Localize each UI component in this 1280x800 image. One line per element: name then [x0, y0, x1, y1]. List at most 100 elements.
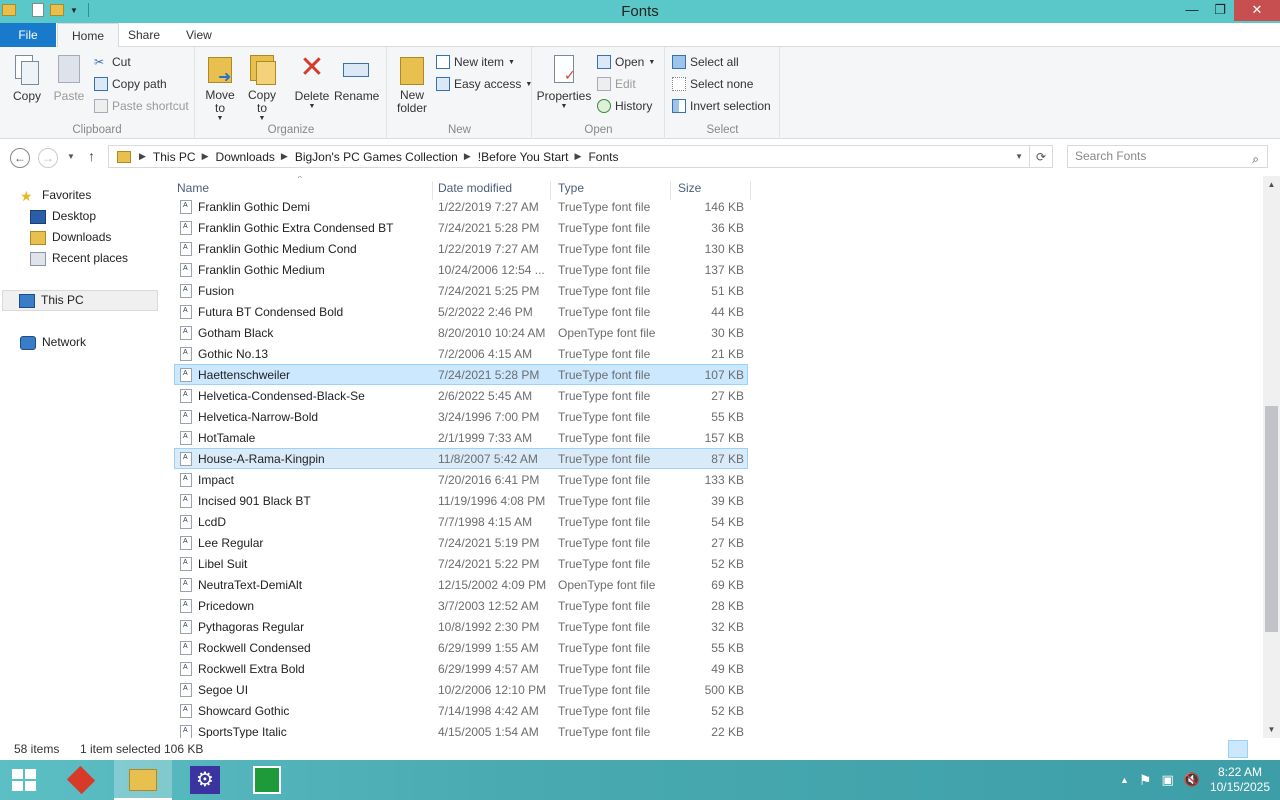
file-row[interactable]: House-A-Rama-Kingpin 11/8/2007 5:42 AM Tru…: [174, 448, 748, 469]
nav-favorites[interactable]: ★ Favorites: [20, 185, 91, 206]
file-row[interactable]: Franklin Gothic Extra Condensed BT 7/24/2…: [174, 217, 748, 238]
properties-button[interactable]: ✓ Properties ▼: [535, 51, 593, 110]
paste-button[interactable]: Paste: [50, 51, 88, 103]
refresh-button[interactable]: ⟳: [1030, 145, 1053, 168]
delete-button[interactable]: ✕ Delete ▼: [292, 51, 332, 110]
taskbar-store[interactable]: [238, 760, 296, 800]
file-type: TrueType font file: [558, 725, 651, 738]
easy-access-button[interactable]: Easy access ▼: [436, 77, 532, 91]
search-icon: ⌕: [1252, 152, 1259, 166]
tab-share[interactable]: Share: [114, 23, 174, 47]
maximize-button[interactable]: ❐: [1206, 0, 1234, 21]
close-button[interactable]: ✕: [1234, 0, 1280, 21]
font-file-icon: [180, 704, 192, 718]
file-row[interactable]: Lee Regular 7/24/2021 5:19 PM TrueType fon…: [174, 532, 748, 553]
select-none-button[interactable]: Select none: [672, 77, 753, 91]
nav-downloads[interactable]: Downloads: [30, 227, 111, 248]
scroll-down-icon[interactable]: ▼: [1263, 721, 1280, 738]
edit-button[interactable]: Edit: [597, 77, 636, 91]
nav-desktop[interactable]: Desktop: [30, 206, 96, 227]
file-row[interactable]: LcdD 7/7/1998 4:15 AM TrueType font file 54…: [174, 511, 748, 532]
font-file-icon: [180, 683, 192, 697]
settings-gear-icon: ⚙: [190, 766, 220, 794]
file-type: TrueType font file: [558, 452, 651, 466]
up-button[interactable]: ↑: [88, 148, 95, 164]
tab-file[interactable]: File: [0, 23, 56, 47]
file-row[interactable]: Helvetica-Condensed-Black-Se 2/6/2022 5:4…: [174, 385, 748, 406]
open-button[interactable]: Open ▼: [597, 55, 655, 69]
file-row[interactable]: Pythagoras Regular 10/8/1992 2:30 PM TrueT…: [174, 616, 748, 637]
copy-path-button[interactable]: Copy path: [94, 77, 167, 91]
delete-icon: ✕: [299, 51, 325, 84]
file-row[interactable]: Gothic No.13 7/2/2006 4:15 AM TrueType fon…: [174, 343, 748, 364]
tab-home[interactable]: Home: [57, 23, 120, 48]
file-row[interactable]: Rockwell Condensed 6/29/1999 1:55 AM TrueT…: [174, 637, 748, 658]
invert-selection-button[interactable]: Invert selection: [672, 99, 771, 113]
file-row[interactable]: Franklin Gothic Medium Cond 1/22/2019 7:2…: [174, 238, 748, 259]
file-row[interactable]: Futura BT Condensed Bold 5/2/2022 2:46 PM…: [174, 301, 748, 322]
breadcrumb-games-collection[interactable]: BigJon's PC Games Collection: [295, 150, 458, 164]
vertical-scrollbar[interactable]: ▲ ▼: [1263, 176, 1280, 738]
clock[interactable]: 8:22 AM 10/15/2025: [1210, 765, 1270, 795]
move-to-button[interactable]: ➜ Move to ▼: [202, 51, 238, 122]
taskbar-app-red[interactable]: [54, 760, 112, 800]
paste-shortcut-button[interactable]: Paste shortcut: [94, 99, 189, 113]
file-row[interactable]: Impact 7/20/2016 6:41 PM TrueType font fil…: [174, 469, 748, 490]
address-bar[interactable]: ▶ This PC ▶ Downloads ▶ BigJon's PC Games …: [108, 145, 1030, 168]
computer-icon: [19, 293, 35, 308]
file-row[interactable]: Fusion 7/24/2021 5:25 PM TrueType font fil…: [174, 280, 748, 301]
breadcrumb-this-pc[interactable]: This PC: [153, 150, 196, 164]
file-type: TrueType font file: [558, 599, 651, 613]
details-view-icon[interactable]: [1228, 740, 1248, 758]
nav-network[interactable]: Network: [20, 332, 86, 353]
open-icon: [597, 55, 611, 69]
file-row[interactable]: HotTamale 2/1/1999 7:33 AM TrueType font f…: [174, 427, 748, 448]
file-row[interactable]: Gotham Black 8/20/2010 10:24 AM OpenType f…: [174, 322, 748, 343]
file-row[interactable]: Rockwell Extra Bold 6/29/1999 4:57 AM True…: [174, 658, 748, 679]
history-button[interactable]: History: [597, 99, 652, 113]
file-row[interactable]: Showcard Gothic 7/14/1998 4:42 AM TrueType…: [174, 700, 748, 721]
breadcrumb-before-you-start[interactable]: !Before You Start: [478, 150, 569, 164]
start-button[interactable]: [0, 760, 50, 800]
recent-locations-icon[interactable]: ▼: [67, 152, 75, 161]
copy-button[interactable]: Copy: [8, 51, 46, 103]
file-row[interactable]: Libel Suit 7/24/2021 5:22 PM TrueType font…: [174, 553, 748, 574]
file-type: TrueType font file: [558, 305, 651, 319]
file-row[interactable]: Pricedown 3/7/2003 12:52 AM TrueType font …: [174, 595, 748, 616]
taskbar-settings[interactable]: ⚙: [176, 760, 234, 800]
breadcrumb-downloads[interactable]: Downloads: [216, 150, 275, 164]
minimize-button[interactable]: —: [1178, 0, 1206, 21]
scroll-up-icon[interactable]: ▲: [1263, 176, 1280, 193]
rename-button[interactable]: Rename: [334, 51, 379, 103]
scrollbar-thumb[interactable]: [1265, 406, 1278, 632]
back-button[interactable]: ←: [10, 148, 30, 168]
breadcrumb-fonts[interactable]: Fonts: [588, 150, 618, 164]
file-row[interactable]: Haettenschweiler 7/24/2021 5:28 PM TrueTyp…: [174, 364, 748, 385]
file-row[interactable]: Segoe UI 10/2/2006 12:10 PM TrueType font …: [174, 679, 748, 700]
volume-muted-icon[interactable]: 🔇: [1184, 772, 1200, 788]
file-row[interactable]: Franklin Gothic Demi 1/22/2019 7:27 AM Tru…: [174, 196, 748, 217]
file-row[interactable]: Helvetica-Narrow-Bold 3/24/1996 7:00 PM Tr…: [174, 406, 748, 427]
file-type: OpenType font file: [558, 578, 656, 592]
address-dropdown-icon[interactable]: ▼: [1015, 152, 1023, 161]
file-row[interactable]: SportsType Italic 4/15/2005 1:54 AM TrueTy…: [174, 721, 748, 738]
cut-button[interactable]: ✂ Cut: [94, 55, 131, 69]
taskbar-file-explorer[interactable]: [114, 760, 172, 800]
select-all-button[interactable]: Select all: [672, 55, 739, 69]
network-status-icon[interactable]: ▣: [1161, 772, 1173, 788]
file-name: Lee Regular: [198, 536, 264, 550]
large-icons-view-icon[interactable]: [1250, 740, 1270, 758]
file-row[interactable]: Franklin Gothic Medium 10/24/2006 12:54 .…: [174, 259, 748, 280]
tab-view[interactable]: View: [172, 23, 226, 47]
action-center-flag-icon[interactable]: ⚑: [1139, 772, 1152, 789]
new-folder-button[interactable]: New folder: [394, 51, 430, 115]
copy-to-button[interactable]: Copy to ▼: [244, 51, 280, 122]
nav-recent-places[interactable]: Recent places: [30, 248, 128, 269]
file-row[interactable]: NeutraText-DemiAlt 12/15/2002 4:09 PM Open…: [174, 574, 748, 595]
file-row[interactable]: Incised 901 Black BT 11/19/1996 4:08 PM Tr…: [174, 490, 748, 511]
new-item-button[interactable]: New item ▼: [436, 55, 515, 69]
forward-button[interactable]: →: [38, 148, 58, 168]
show-hidden-icons-icon[interactable]: ▲: [1120, 775, 1129, 785]
search-input[interactable]: Search Fonts ⌕: [1067, 145, 1268, 168]
nav-this-pc[interactable]: This PC: [2, 290, 158, 311]
